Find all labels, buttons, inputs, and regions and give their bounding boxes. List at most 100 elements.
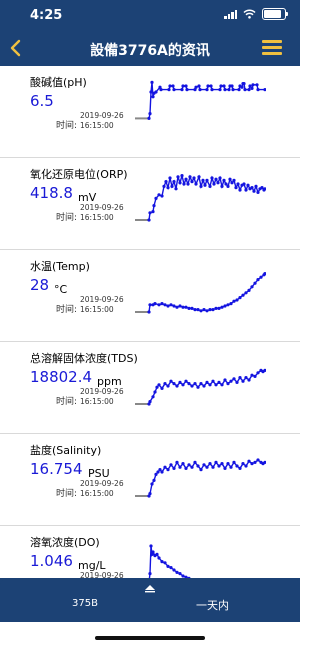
reading-date: 2019-09-26 — [80, 203, 124, 212]
data-point — [166, 564, 170, 568]
data-point — [166, 186, 170, 190]
home-indicator — [95, 636, 205, 640]
wifi-icon — [243, 9, 256, 19]
sensor-value: 418.8 — [30, 184, 73, 202]
data-point — [202, 308, 206, 312]
data-point — [176, 175, 180, 179]
data-point — [184, 379, 188, 383]
data-point — [238, 376, 242, 380]
sensor-list[interactable]: 酸碱值(pH) 6.5 时间: 2019-09-26 16:15:00 氧化还原电位(OR… — [0, 66, 300, 578]
data-point — [247, 88, 251, 92]
data-point — [255, 83, 259, 87]
data-point — [226, 382, 230, 386]
data-point — [196, 464, 200, 468]
data-point — [222, 84, 226, 88]
data-point — [172, 382, 176, 386]
sensor-row[interactable]: 氧化还原电位(ORP) 418.8 mV 时间: 2019-09-26 16:15:00 — [0, 158, 300, 250]
device-selector-button[interactable]: 375B — [72, 598, 98, 609]
reading-date: 2019-09-26 — [80, 111, 124, 120]
data-point — [163, 303, 167, 307]
sensor-row[interactable]: 酸碱值(pH) 6.5 时间: 2019-09-26 16:15:00 — [0, 66, 300, 158]
time-range-button[interactable]: 一天内 — [196, 597, 229, 613]
data-point — [254, 184, 258, 188]
data-point — [244, 291, 248, 295]
data-point — [232, 299, 236, 303]
data-point — [251, 83, 255, 87]
hamburger-menu-icon[interactable] — [262, 40, 282, 55]
data-point — [148, 112, 152, 116]
sensor-unit: °C — [54, 283, 68, 296]
sensor-name: 总溶解固体浓度(TDS) — [30, 352, 138, 365]
sensor-row[interactable]: 水温(Temp) 28 °C 时间: 2019-09-26 16:15:00 — [0, 250, 300, 342]
data-point — [178, 181, 182, 185]
data-point — [154, 196, 158, 200]
data-point — [148, 492, 152, 496]
expand-up-icon[interactable] — [143, 583, 157, 593]
data-point — [148, 400, 152, 404]
data-point — [147, 116, 151, 120]
data-point — [162, 184, 166, 188]
data-point — [222, 178, 226, 182]
data-point — [150, 80, 154, 84]
data-point — [180, 88, 184, 92]
sensor-row[interactable]: 总溶解固体浓度(TDS) 18802.4 ppm 时间: 2019-09-26 16:15… — [0, 342, 300, 434]
data-point — [166, 304, 170, 308]
data-point — [220, 184, 224, 188]
data-point — [187, 463, 191, 467]
battery-icon — [262, 8, 288, 20]
data-point — [252, 189, 256, 193]
data-point — [217, 306, 221, 310]
data-point — [190, 384, 194, 388]
data-point — [253, 281, 257, 285]
data-point — [157, 556, 161, 560]
data-point — [205, 88, 209, 92]
data-point — [148, 211, 152, 215]
data-point — [205, 178, 209, 182]
data-point — [184, 305, 188, 309]
data-point — [157, 193, 161, 197]
data-point — [180, 174, 184, 178]
data-point — [236, 182, 240, 186]
data-point — [244, 188, 248, 192]
data-point — [209, 84, 213, 88]
data-point — [243, 88, 247, 92]
data-point — [170, 184, 174, 188]
data-point — [217, 464, 221, 468]
time-label: 时间: — [56, 305, 78, 315]
data-point — [212, 182, 216, 186]
data-point — [155, 552, 159, 556]
data-point — [226, 184, 230, 188]
data-point — [160, 386, 164, 390]
data-point — [167, 88, 171, 92]
data-point — [220, 305, 224, 309]
data-point — [223, 304, 227, 308]
data-point — [244, 464, 248, 468]
trend-line — [148, 82, 265, 119]
data-point — [163, 561, 167, 565]
data-point — [202, 463, 206, 467]
data-point — [205, 380, 209, 384]
trend-line — [148, 273, 266, 313]
data-point — [259, 275, 263, 279]
data-point — [231, 88, 235, 92]
reading-time: 16:15:00 — [80, 489, 114, 498]
sensor-row[interactable]: 盐度(Salinity) 16.754 PSU 时间: 2019-09-26 16:15:… — [0, 434, 300, 526]
data-point — [193, 382, 197, 386]
data-point — [244, 376, 248, 380]
data-point — [235, 298, 239, 302]
sensor-name: 水温(Temp) — [30, 260, 90, 273]
data-point — [169, 566, 173, 570]
data-point — [263, 88, 266, 92]
data-point — [242, 182, 246, 186]
data-point — [151, 210, 155, 214]
data-point — [181, 383, 185, 387]
trend-line — [148, 459, 266, 497]
data-point — [160, 560, 164, 564]
data-point — [214, 460, 218, 464]
sensor-value: 6.5 — [30, 92, 54, 110]
reading-date: 2019-09-26 — [80, 387, 124, 396]
data-point — [181, 305, 185, 309]
data-point — [187, 382, 191, 386]
data-point — [214, 177, 218, 181]
data-point — [232, 178, 236, 182]
